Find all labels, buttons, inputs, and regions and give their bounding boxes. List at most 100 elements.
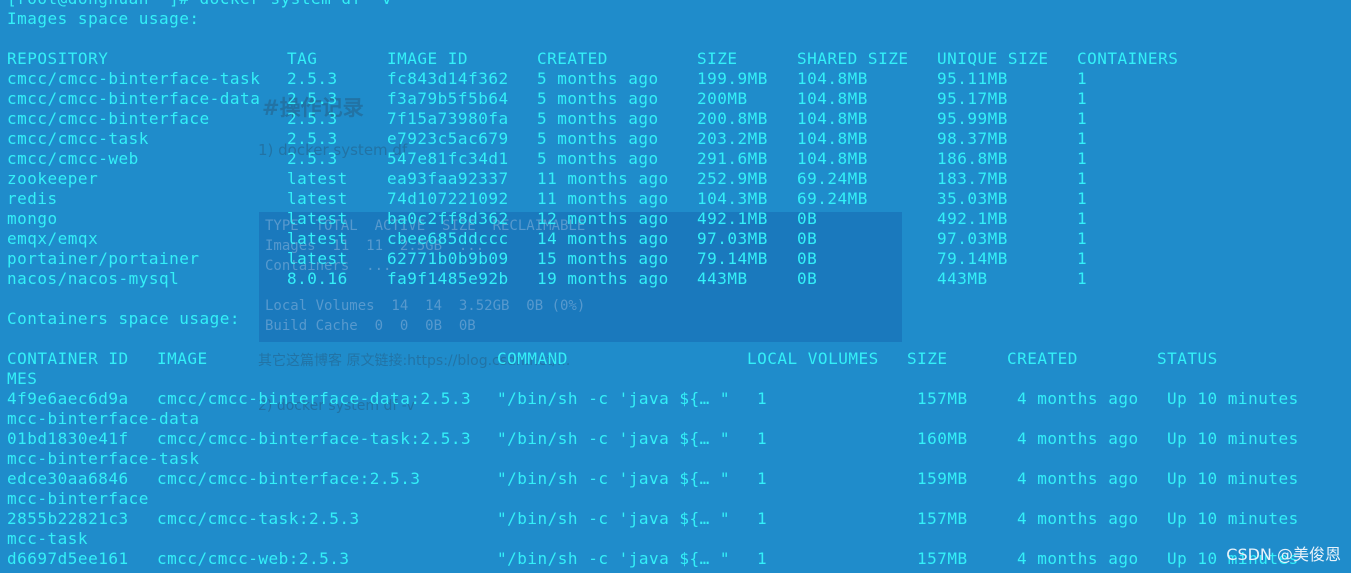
- containers-header: Containers space usage:: [7, 309, 241, 328]
- image-cell: redis: [7, 189, 58, 208]
- image-cell: 5 months ago: [537, 89, 659, 108]
- container-status: Up 10 minutes: [1167, 429, 1299, 448]
- image-row: cmcc/cmcc-task 2.5.3 e7923c5ac679 5 months …: [7, 129, 1347, 149]
- image-cell: 1: [1077, 149, 1088, 168]
- image-cell: 1: [1077, 129, 1088, 148]
- image-cell: 203.2MB: [697, 129, 768, 148]
- image-cell: fa9f1485e92b: [387, 269, 509, 288]
- container-row: 4f9e6aec6d9a cmcc/cmcc-binterface-data:2.…: [7, 389, 1347, 409]
- image-cell: 79.14MB: [937, 249, 1008, 268]
- image-cell: cmcc/cmcc-binterface-data: [7, 89, 261, 108]
- image-row: mongo latest ba0c2ff8d362 12 months ago 492.…: [7, 209, 1347, 229]
- image-cell: 200MB: [697, 89, 748, 108]
- image-row: emqx/emqx latest cbee685ddccc 14 months ago…: [7, 229, 1347, 249]
- container-id: 01bd1830e41f: [7, 429, 129, 448]
- container-status: Up 10 minutes: [1167, 389, 1299, 408]
- csdn-watermark: CSDN @美俊恩: [1226, 545, 1341, 564]
- image-cell: 104.8MB: [797, 69, 868, 88]
- container-created: 4 months ago: [1017, 389, 1139, 408]
- containers-column-wrap: MES: [7, 369, 38, 388]
- images-column-label: REPOSITORY: [7, 49, 109, 68]
- image-cell: fc843d14f362: [387, 69, 509, 88]
- image-cell: 2.5.3: [287, 69, 338, 88]
- image-cell: 69.24MB: [797, 169, 868, 188]
- image-cell: 104.8MB: [797, 109, 868, 128]
- image-row: nacos/nacos-mysql 8.0.16 fa9f1485e92b 19 mo…: [7, 269, 1347, 289]
- image-cell: 183.7MB: [937, 169, 1008, 188]
- container-command: "/bin/sh -c 'java ${… ": [497, 509, 731, 528]
- image-cell: 97.03MB: [697, 229, 768, 248]
- container-volumes: 1: [757, 549, 768, 568]
- image-cell: zookeeper: [7, 169, 99, 188]
- image-cell: 74d107221092: [387, 189, 509, 208]
- image-cell: 291.6MB: [697, 149, 768, 168]
- container-created: 4 months ago: [1017, 549, 1139, 568]
- image-cell: nacos/nacos-mysql: [7, 269, 180, 288]
- container-command: "/bin/sh -c 'java ${… ": [497, 549, 731, 568]
- container-size: 159MB: [917, 469, 968, 488]
- image-cell: 0B: [797, 269, 818, 288]
- images-column-header: REPOSITORY TAG IMAGE ID CREATED SIZE SHARED S…: [7, 49, 1347, 69]
- image-cell: cmcc/cmcc-web: [7, 149, 139, 168]
- prompt-line: [root@donghuan ~]# docker system df -v: [7, 0, 392, 9]
- terminal-output[interactable]: [root@donghuan ~]# docker system df -v I…: [7, 0, 1351, 573]
- image-cell: 7f15a73980fa: [387, 109, 509, 128]
- image-cell: portainer/portainer: [7, 249, 200, 268]
- image-cell: latest: [287, 249, 348, 268]
- container-size: 157MB: [917, 549, 968, 568]
- container-id: edce30aa6846: [7, 469, 129, 488]
- image-cell: 15 months ago: [537, 249, 669, 268]
- container-name-wrap: mcc-task: [7, 529, 89, 548]
- image-cell: 443MB: [697, 269, 748, 288]
- image-cell: mongo: [7, 209, 58, 228]
- image-cell: 5 months ago: [537, 109, 659, 128]
- image-cell: f3a79b5f5b64: [387, 89, 509, 108]
- container-name-wrap: mcc-binterface: [7, 489, 149, 508]
- image-cell: 2.5.3: [287, 149, 338, 168]
- image-cell: 69.24MB: [797, 189, 868, 208]
- image-cell: ea93faa92337: [387, 169, 509, 188]
- image-cell: 200.8MB: [697, 109, 768, 128]
- image-row: cmcc/cmcc-binterface-task 2.5.3 fc843d14f3…: [7, 69, 1347, 89]
- container-created: 4 months ago: [1017, 509, 1139, 528]
- image-row: cmcc/cmcc-web 2.5.3 547e81fc34d1 5 months a…: [7, 149, 1347, 169]
- image-cell: cmcc/cmcc-task: [7, 129, 149, 148]
- image-cell: 1: [1077, 189, 1088, 208]
- container-created: 4 months ago: [1017, 469, 1139, 488]
- images-header: Images space usage:: [7, 9, 200, 28]
- containers-column-label: COMMAND: [497, 349, 568, 368]
- image-cell: 97.03MB: [937, 229, 1008, 248]
- image-cell: 2.5.3: [287, 89, 338, 108]
- container-command: "/bin/sh -c 'java ${… ": [497, 389, 731, 408]
- image-cell: 104.8MB: [797, 89, 868, 108]
- image-cell: 104.8MB: [797, 129, 868, 148]
- image-cell: 186.8MB: [937, 149, 1008, 168]
- images-column-label: SHARED SIZE: [797, 49, 909, 68]
- image-cell: 1: [1077, 269, 1088, 288]
- container-size: 157MB: [917, 389, 968, 408]
- images-column-label: CREATED: [537, 49, 608, 68]
- image-row: cmcc/cmcc-binterface-data 2.5.3 f3a79b5f5b…: [7, 89, 1347, 109]
- container-created: 4 months ago: [1017, 429, 1139, 448]
- containers-column-label: SIZE: [907, 349, 948, 368]
- container-name-wrap: mcc-binterface-data: [7, 409, 200, 428]
- image-row: cmcc/cmcc-binterface 2.5.3 7f15a73980fa 5 m…: [7, 109, 1347, 129]
- image-cell: 0B: [797, 229, 818, 248]
- image-cell: 104.8MB: [797, 149, 868, 168]
- container-command: "/bin/sh -c 'java ${… ": [497, 469, 731, 488]
- image-cell: 11 months ago: [537, 169, 669, 188]
- image-cell: cmcc/cmcc-binterface-task: [7, 69, 261, 88]
- image-cell: 0B: [797, 209, 818, 228]
- images-column-label: IMAGE ID: [387, 49, 469, 68]
- image-cell: 1: [1077, 109, 1088, 128]
- image-cell: 62771b0b9b09: [387, 249, 509, 268]
- image-cell: 1: [1077, 249, 1088, 268]
- image-cell: emqx/emqx: [7, 229, 99, 248]
- container-id: 4f9e6aec6d9a: [7, 389, 129, 408]
- image-cell: 5 months ago: [537, 129, 659, 148]
- container-id: d6697d5ee161: [7, 549, 129, 568]
- image-cell: 492.1MB: [697, 209, 768, 228]
- image-cell: latest: [287, 169, 348, 188]
- image-cell: latest: [287, 209, 348, 228]
- container-row: d6697d5ee161 cmcc/cmcc-web:2.5.3 "/bin/sh …: [7, 549, 1347, 569]
